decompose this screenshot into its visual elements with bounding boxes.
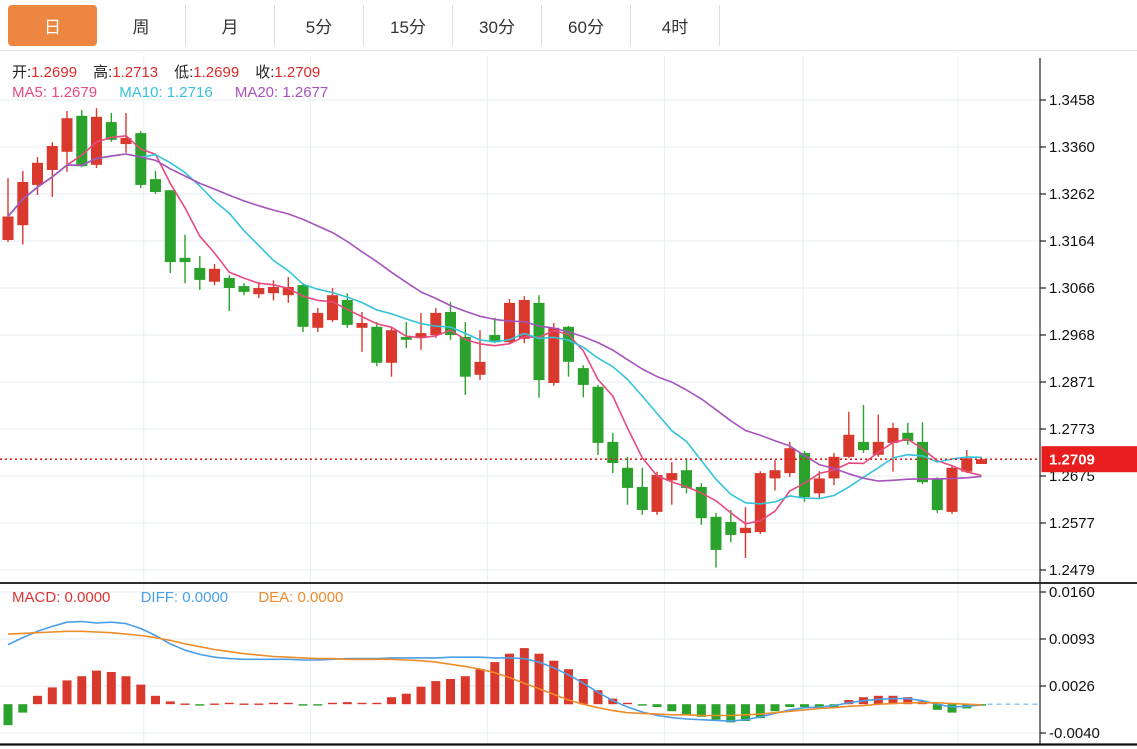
tab-5min[interactable]: 5分 (275, 5, 364, 46)
macd-axis-labels: 0.0160 0.0093 0.0026 -0.0040 (1040, 584, 1100, 742)
diff-label: DIFF: (141, 589, 179, 606)
tab-60min[interactable]: 60分 (542, 5, 631, 46)
low-value: 1.2699 (193, 64, 239, 81)
candles-layer (3, 108, 988, 567)
svg-text:1.2577: 1.2577 (1049, 515, 1095, 532)
high-label: 高: (93, 64, 112, 81)
ma20-label: MA20: (235, 84, 278, 101)
svg-text:0.0026: 0.0026 (1049, 678, 1095, 695)
close-value: 1.2709 (274, 64, 320, 81)
tab-month[interactable]: 月 (186, 5, 275, 46)
diff-value: 0.0000 (182, 589, 228, 606)
tab-week[interactable]: 周 (97, 5, 186, 46)
svg-text:1.3458: 1.3458 (1049, 92, 1095, 109)
ma-readout: MA5: 1.2679 MA10: 1.2716 MA20: 1.2677 (12, 84, 328, 101)
ma10-label: MA10: (119, 84, 162, 101)
ma5-value: 1.2679 (51, 84, 97, 101)
svg-text:1.2968: 1.2968 (1049, 327, 1095, 344)
svg-text:0.0160: 0.0160 (1049, 584, 1095, 601)
current-price-badge: 1.2709 (1042, 446, 1137, 472)
macd-histogram (4, 648, 987, 725)
chart-canvas[interactable]: 1.3458 1.3360 1.3262 1.3164 1.3066 1.2968 1.28… (0, 0, 1137, 749)
ma10-value: 1.2716 (167, 84, 213, 101)
svg-text:1.2773: 1.2773 (1049, 421, 1095, 438)
open-label: 开: (12, 64, 31, 81)
svg-text:1.3360: 1.3360 (1049, 139, 1095, 156)
ohlc-readout: 开:1.2699高:1.2713低:1.2699收:1.2709 (12, 61, 336, 82)
svg-text:1.3164: 1.3164 (1049, 233, 1095, 250)
timeframe-tabs: 日周月5分15分30分60分4时 (0, 0, 1137, 51)
high-value: 1.2713 (112, 64, 158, 81)
dea-label: DEA: (258, 589, 293, 606)
price-axis-labels: 1.3458 1.3360 1.3262 1.3164 1.3066 1.2968 1.28… (1040, 92, 1095, 579)
tab-day[interactable]: 日 (8, 5, 97, 46)
tab-15min[interactable]: 15分 (364, 5, 453, 46)
tab-4hour[interactable]: 4时 (631, 5, 720, 46)
svg-text:1.3066: 1.3066 (1049, 280, 1095, 297)
dea-value: 0.0000 (298, 589, 344, 606)
vertical-gridlines (144, 55, 958, 745)
open-value: 1.2699 (31, 64, 77, 81)
close-label: 收: (255, 64, 274, 81)
svg-text:-0.0040: -0.0040 (1049, 725, 1100, 742)
ma20-value: 1.2677 (282, 84, 328, 101)
macd-label: MACD: (12, 589, 60, 606)
ma5-label: MA5: (12, 84, 47, 101)
ma20-line (8, 154, 982, 481)
low-label: 低: (174, 64, 193, 81)
macd-value: 0.0000 (65, 589, 111, 606)
svg-text:0.0093: 0.0093 (1049, 631, 1095, 648)
macd-readout: MACD: 0.0000 DIFF: 0.0000 DEA: 0.0000 (12, 589, 343, 606)
svg-text:1.2871: 1.2871 (1049, 374, 1095, 391)
svg-text:1.2479: 1.2479 (1049, 562, 1095, 579)
tab-30min[interactable]: 30分 (453, 5, 542, 46)
svg-text:1.3262: 1.3262 (1049, 186, 1095, 203)
svg-text:1.2709: 1.2709 (1049, 452, 1095, 469)
